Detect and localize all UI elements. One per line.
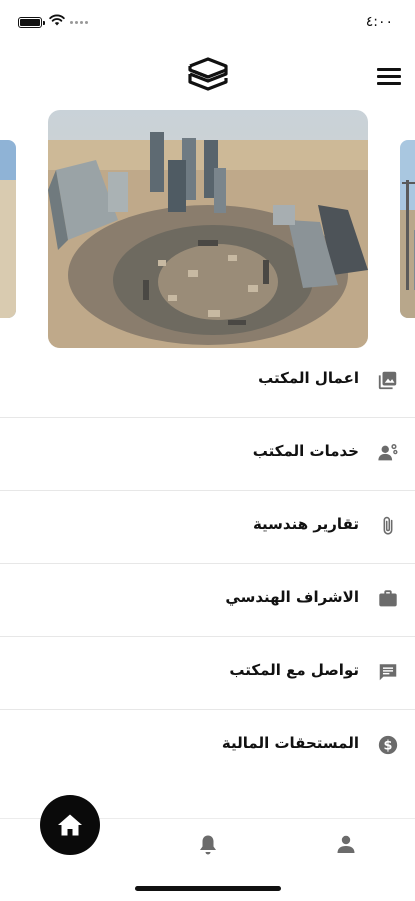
profile-icon[interactable] bbox=[336, 834, 356, 854]
svg-text:$: $ bbox=[384, 738, 393, 753]
battery-icon bbox=[18, 17, 45, 28]
people-service-icon bbox=[378, 444, 398, 461]
app-logo-icon bbox=[188, 57, 228, 91]
carousel-slide-next[interactable] bbox=[400, 140, 415, 318]
bell-icon[interactable] bbox=[198, 834, 218, 856]
menu-item-label: تواصل مع المكتب bbox=[229, 661, 359, 679]
menu-item-office-works[interactable]: اعمال المكتب bbox=[0, 345, 415, 418]
briefcase-icon bbox=[379, 590, 397, 607]
dollar-circle-icon: $ bbox=[378, 735, 398, 755]
services-menu: اعمال المكتب خدمات المكتب تقارير هندسية … bbox=[0, 345, 415, 782]
status-bar: ٤:٠٠ bbox=[0, 0, 415, 50]
menu-item-label: المستحقات المالية bbox=[221, 734, 359, 752]
menu-item-office-services[interactable]: خدمات المكتب bbox=[0, 418, 415, 491]
chat-icon bbox=[379, 664, 397, 681]
menu-item-contact-office[interactable]: تواصل مع المكتب bbox=[0, 637, 415, 710]
menu-item-financial-dues[interactable]: $ المستحقات المالية bbox=[0, 710, 415, 782]
image-gallery-icon bbox=[378, 371, 397, 390]
paperclip-icon bbox=[383, 516, 393, 535]
menu-item-engineering-supervision[interactable]: الاشراف الهندسي bbox=[0, 564, 415, 637]
cellular-signal-icon bbox=[70, 21, 88, 24]
status-time: ٤:٠٠ bbox=[365, 14, 393, 30]
menu-item-label: اعمال المكتب bbox=[258, 369, 359, 387]
menu-item-label: تقارير هندسية bbox=[252, 515, 359, 533]
home-button[interactable] bbox=[40, 795, 100, 855]
home-indicator bbox=[135, 886, 281, 891]
carousel-slide-previous[interactable] bbox=[0, 140, 16, 318]
menu-item-label: الاشراف الهندسي bbox=[225, 588, 359, 606]
menu-item-label: خدمات المكتب bbox=[252, 442, 359, 460]
carousel-slide-active[interactable] bbox=[48, 110, 368, 348]
home-icon bbox=[58, 814, 82, 836]
wifi-icon bbox=[49, 14, 65, 26]
menu-item-engineering-reports[interactable]: تقارير هندسية bbox=[0, 491, 415, 564]
hamburger-menu-icon[interactable] bbox=[377, 68, 401, 86]
